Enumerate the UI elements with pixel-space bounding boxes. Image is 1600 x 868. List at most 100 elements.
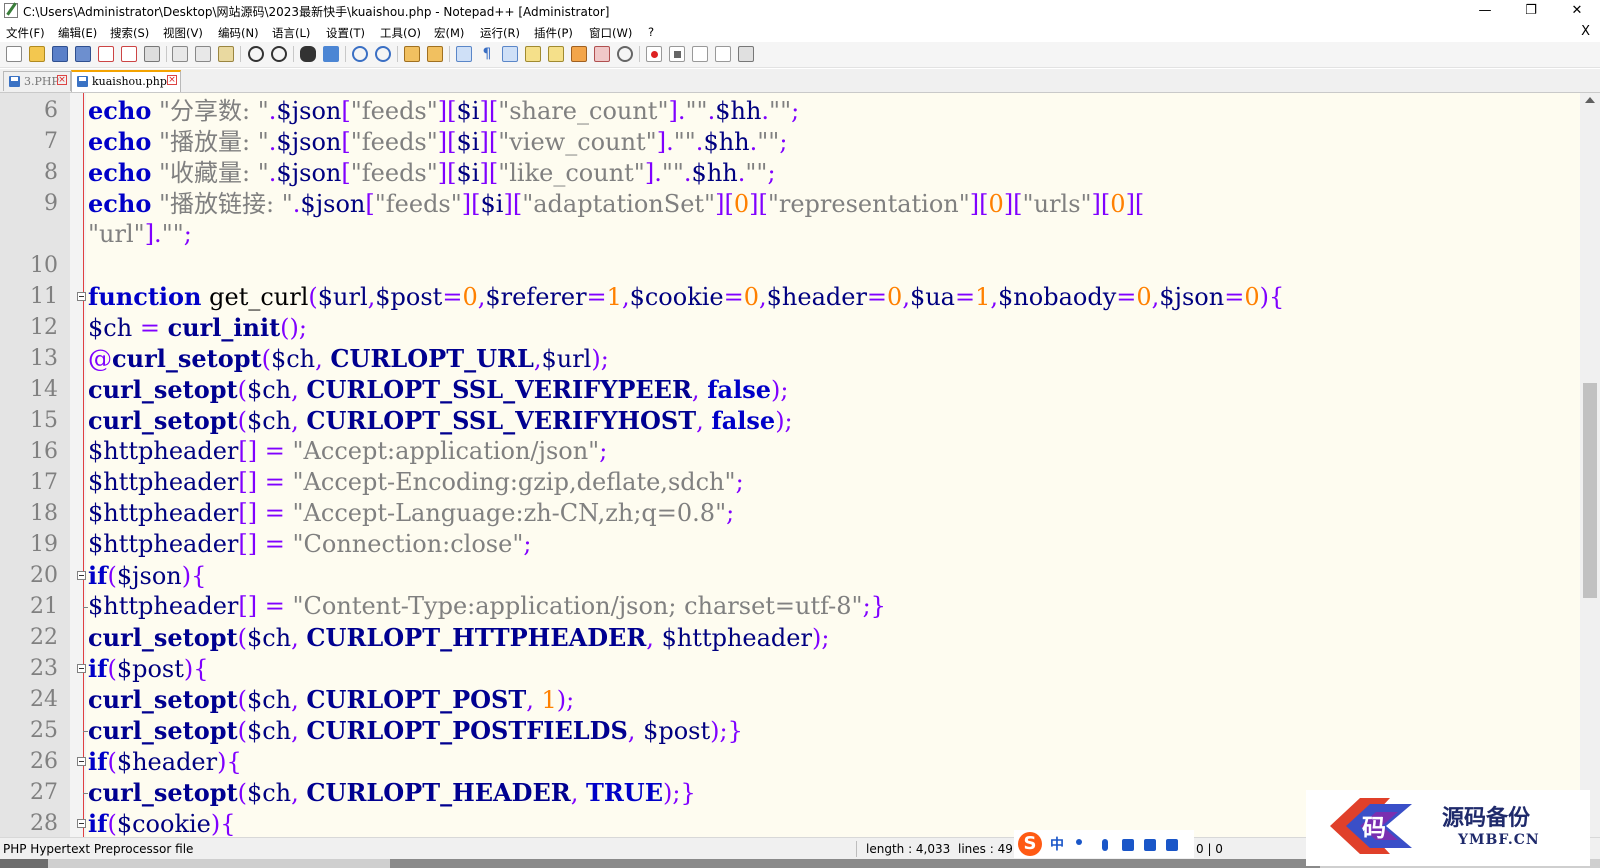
sync-vertical-icon[interactable] <box>404 46 420 62</box>
tab-3-php[interactable]: 3.PHP × <box>3 71 71 91</box>
minimize-button[interactable]: — <box>1462 0 1508 22</box>
code-line[interactable]: $httpheader[] = "Accept:application/json… <box>88 436 607 467</box>
menu-settings[interactable]: 设置(T) <box>326 25 365 41</box>
code-line[interactable]: curl_setopt($ch, CURLOPT_SSL_VERIFYPEER,… <box>88 374 788 405</box>
replace-icon[interactable] <box>323 46 339 62</box>
fold-toggle-icon[interactable] <box>77 819 86 828</box>
ime-toolbar[interactable]: S 中 <box>1014 830 1194 858</box>
copy-icon[interactable] <box>195 46 211 62</box>
print-icon[interactable] <box>144 46 160 62</box>
code-line[interactable]: if($cookie){ <box>88 808 236 837</box>
code-line[interactable]: $httpheader[] = "Content-Type:applicatio… <box>88 591 886 622</box>
udl-icon[interactable] <box>525 46 541 62</box>
ime-punctuation-icon[interactable] <box>1076 839 1082 845</box>
menu-plugins[interactable]: 插件(P) <box>534 25 573 41</box>
indent-guide-icon[interactable] <box>502 46 518 62</box>
notepadpp-app-icon[interactable] <box>4 3 18 18</box>
close-document-button[interactable]: X <box>1581 24 1590 39</box>
vertical-scrollbar[interactable] <box>1580 93 1600 837</box>
fold-toggle-icon[interactable] <box>77 292 86 301</box>
code-line[interactable]: curl_setopt($ch, CURLOPT_HEADER, TRUE);} <box>88 777 696 808</box>
play-macro-icon[interactable] <box>692 46 708 62</box>
code-line[interactable]: if($post){ <box>88 653 209 684</box>
code-line[interactable]: curl_setopt($ch, CURLOPT_POSTFIELDS, $po… <box>88 715 743 746</box>
scrollbar-thumb[interactable] <box>1583 383 1597 598</box>
menu-edit[interactable]: 编辑(E) <box>58 25 97 41</box>
close-all-icon[interactable] <box>121 46 137 62</box>
fold-toggle-icon[interactable] <box>77 571 86 580</box>
cut-icon[interactable] <box>172 46 188 62</box>
paste-icon[interactable] <box>218 46 234 62</box>
code-line[interactable]: function get_curl($url,$post=0,$referer=… <box>88 281 1284 312</box>
tab-close-icon[interactable]: × <box>57 75 67 85</box>
sync-horizontal-icon[interactable] <box>427 46 443 62</box>
ime-menu-icon[interactable] <box>1166 839 1178 851</box>
line-number: 13 <box>30 346 58 371</box>
line-number: 18 <box>30 501 58 526</box>
fold-toggle-icon[interactable] <box>77 664 86 673</box>
restore-button[interactable]: ❐ <box>1508 0 1554 22</box>
save-icon[interactable] <box>52 46 68 62</box>
tab-kuaishou-php[interactable]: kuaishou.php × <box>71 70 181 92</box>
window-title: C:\Users\Administrator\Desktop\网站源码\2023… <box>23 5 610 19</box>
menu-view[interactable]: 视图(V) <box>163 25 203 41</box>
saved-file-icon <box>77 76 88 87</box>
code-line[interactable]: $httpheader[] = "Connection:close"; <box>88 529 531 560</box>
line-number: 19 <box>30 532 58 557</box>
code-line[interactable]: curl_setopt($ch, CURLOPT_HTTPHEADER, $ht… <box>88 622 829 653</box>
code-line[interactable]: if($header){ <box>88 746 242 777</box>
ime-voice-icon[interactable] <box>1102 839 1108 851</box>
menu-encoding[interactable]: 编码(N) <box>218 25 259 41</box>
monitoring-icon[interactable] <box>617 46 633 62</box>
code-text-area[interactable]: echo "分享数: ".$json["feeds"][$i]["share_c… <box>88 93 1578 837</box>
record-macro-icon[interactable] <box>646 46 662 62</box>
code-line[interactable]: curl_setopt($ch, CURLOPT_POST, 1); <box>88 684 574 715</box>
zoom-out-icon[interactable] <box>375 46 391 62</box>
fold-toggle-icon[interactable] <box>77 757 86 766</box>
menu-run[interactable]: 运行(R) <box>480 25 520 41</box>
menu-language[interactable]: 语言(L) <box>272 25 310 41</box>
stop-macro-icon[interactable] <box>669 46 685 62</box>
redo-icon[interactable] <box>271 46 287 62</box>
new-file-icon[interactable] <box>6 46 22 62</box>
code-line[interactable]: echo "播放量: ".$json["feeds"][$i]["view_co… <box>88 126 787 157</box>
menu-search[interactable]: 搜索(S) <box>110 25 149 41</box>
save-all-icon[interactable] <box>75 46 91 62</box>
function-list-icon[interactable] <box>571 46 587 62</box>
ime-keyboard-icon[interactable] <box>1122 839 1134 851</box>
open-file-icon[interactable] <box>29 46 45 62</box>
folder-as-workspace-icon[interactable] <box>594 46 610 62</box>
ime-skin-icon[interactable] <box>1144 839 1156 851</box>
code-line[interactable]: $httpheader[] = "Accept-Language:zh-CN,z… <box>88 498 734 529</box>
code-line[interactable]: @curl_setopt($ch, CURLOPT_URL,$url); <box>88 343 609 374</box>
code-editor[interactable]: 6 7 8 9 10 11 12 13 14 15 16 17 18 19 20 21 22 23 24 25 26 27… <box>0 93 1600 837</box>
close-window-button[interactable]: ✕ <box>1554 0 1600 22</box>
sogou-ime-logo-icon[interactable]: S <box>1018 832 1042 856</box>
tab-close-icon[interactable]: × <box>167 75 177 85</box>
code-line[interactable]: echo "收藏量: ".$json["feeds"][$i]["like_co… <box>88 157 776 188</box>
show-all-chars-icon[interactable]: ¶ <box>479 46 495 62</box>
zoom-in-icon[interactable] <box>352 46 368 62</box>
code-line[interactable]: curl_setopt($ch, CURLOPT_SSL_VERIFYHOST,… <box>88 405 793 436</box>
ime-chinese-mode[interactable]: 中 <box>1050 834 1064 854</box>
find-icon[interactable] <box>300 46 316 62</box>
watermark-title: 源码备份 <box>1442 805 1531 831</box>
code-line[interactable]: if($json){ <box>88 560 206 591</box>
word-wrap-icon[interactable] <box>456 46 472 62</box>
menu-tools[interactable]: 工具(O) <box>380 25 421 41</box>
code-line[interactable]: echo "分享数: ".$json["feeds"][$i]["share_c… <box>88 95 799 126</box>
menu-window[interactable]: 窗口(W) <box>589 25 632 41</box>
save-macro-icon[interactable] <box>738 46 754 62</box>
menu-file[interactable]: 文件(F) <box>6 25 45 41</box>
code-line[interactable]: $httpheader[] = "Accept-Encoding:gzip,de… <box>88 467 744 498</box>
doc-map-icon[interactable] <box>548 46 564 62</box>
menu-help[interactable]: ? <box>648 25 654 39</box>
menu-macro[interactable]: 宏(M) <box>434 25 464 41</box>
code-line[interactable]: "url"].""; <box>88 219 192 250</box>
close-file-icon[interactable] <box>98 46 114 62</box>
run-macro-multiple-icon[interactable] <box>715 46 731 62</box>
scroll-up-icon[interactable] <box>1585 97 1595 103</box>
code-line[interactable]: echo "播放链接: ".$json["feeds"][$i]["adapta… <box>88 188 1144 219</box>
undo-icon[interactable] <box>248 46 264 62</box>
code-line[interactable]: $ch = curl_init(); <box>88 312 307 343</box>
